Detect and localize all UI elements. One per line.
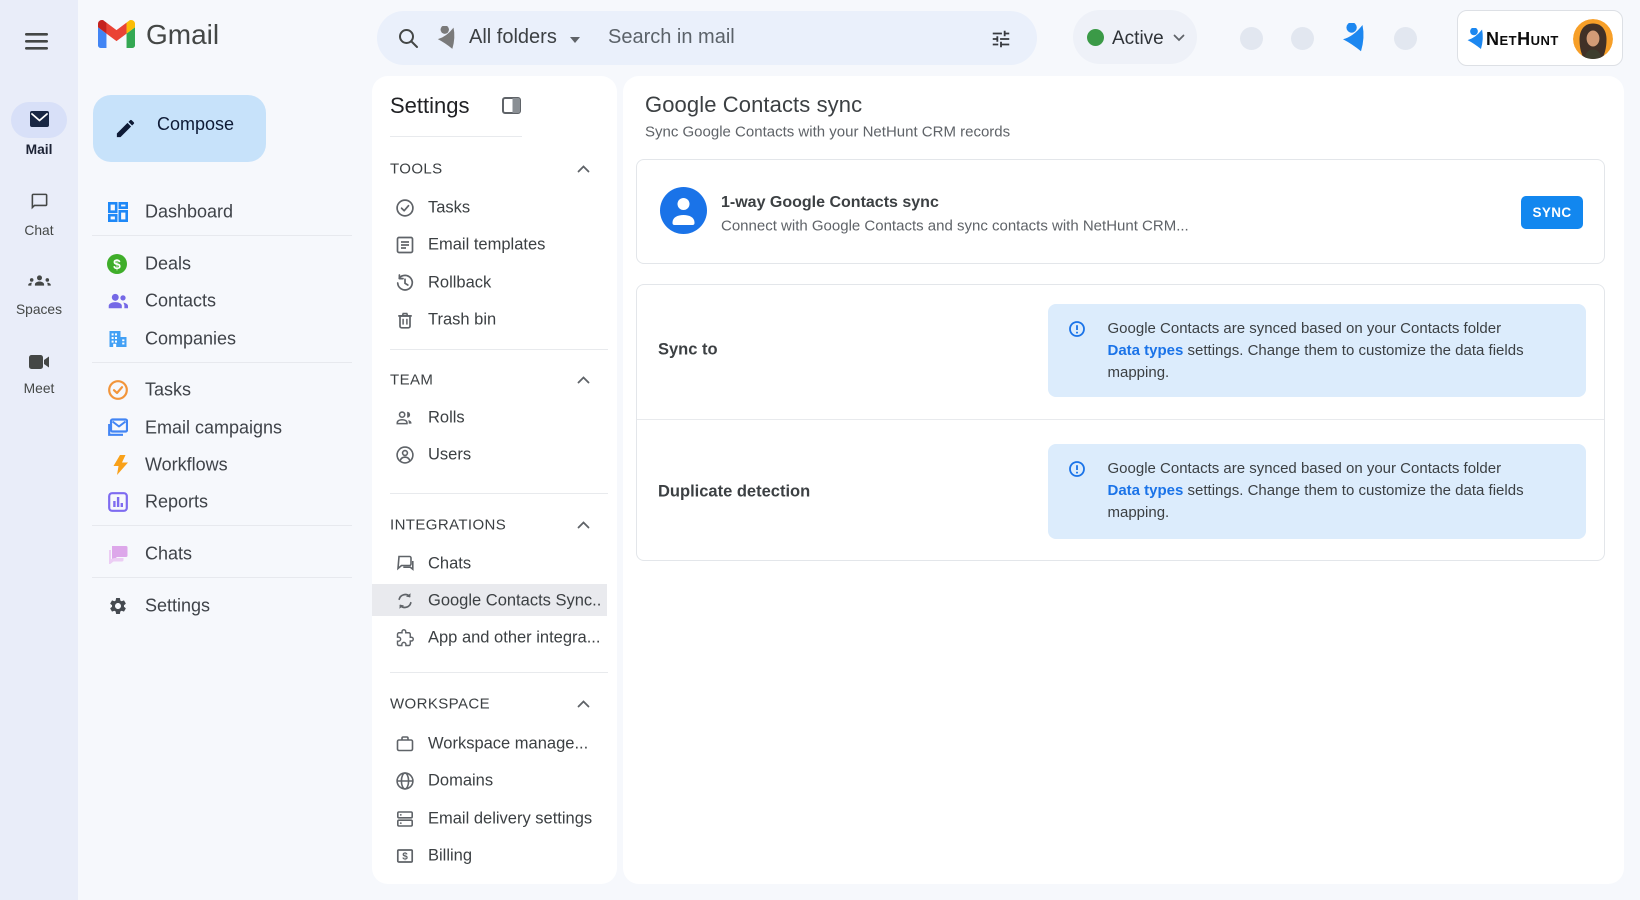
svg-text:$: $ bbox=[402, 851, 408, 862]
svg-text:$: $ bbox=[113, 256, 121, 271]
